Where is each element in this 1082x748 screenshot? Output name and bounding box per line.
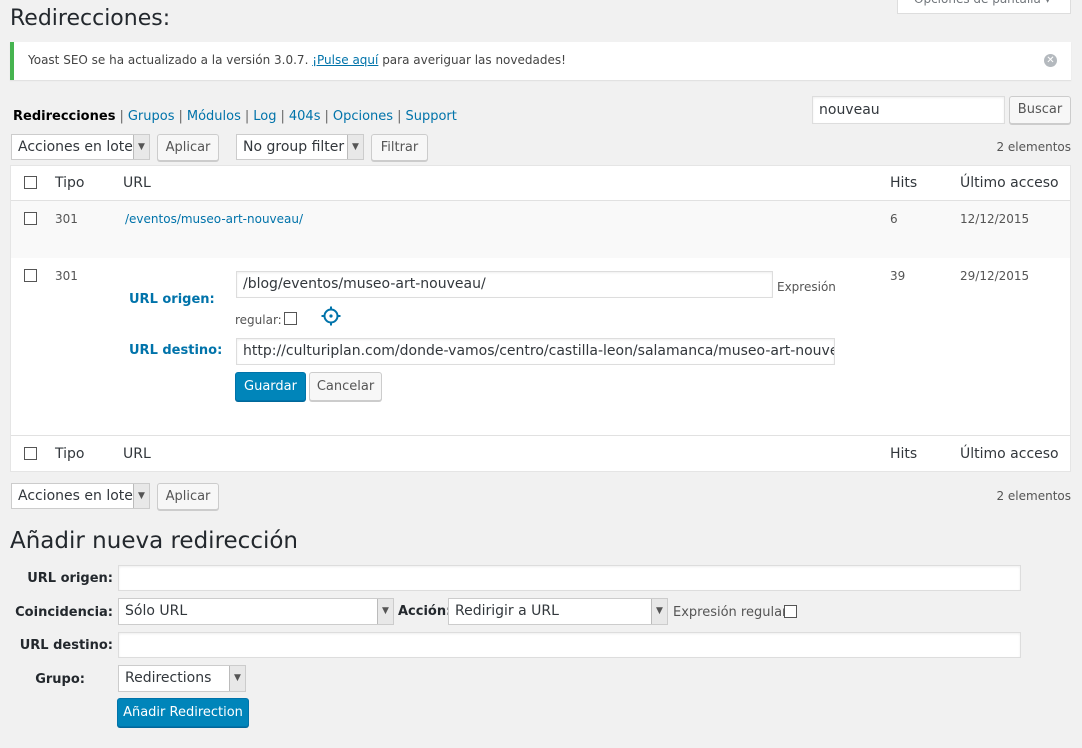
group-value: Redirections xyxy=(125,670,212,686)
table-row: 301 /eventos/museo-art-nouveau/ 6 12/12/… xyxy=(11,201,1070,258)
row-hits: 6 xyxy=(890,212,898,226)
regex-checkbox[interactable] xyxy=(784,605,797,618)
gear-icon[interactable] xyxy=(321,306,341,326)
table-row-editing: 301 39 29/12/2015 URL origen: /blog/even… xyxy=(11,258,1070,435)
new-target-label: URL destino: xyxy=(19,638,113,653)
search-button[interactable]: Buscar xyxy=(1009,96,1071,124)
edit-regex-checkbox[interactable] xyxy=(284,312,297,325)
chevron-down-icon: ▼ xyxy=(133,484,149,508)
bulk-actions-value: Acciones en lote xyxy=(18,139,133,155)
bulk-actions-select-bottom[interactable]: Acciones en lote ▼ xyxy=(11,483,150,509)
select-all-checkbox-footer[interactable] xyxy=(24,447,37,460)
row-last-access: 29/12/2015 xyxy=(960,269,1030,283)
group-select[interactable]: Redirections ▼ xyxy=(118,665,246,692)
notice-link[interactable]: ¡Pulse aquí xyxy=(312,53,378,67)
column-header-hits: Hits xyxy=(890,175,918,191)
action-select[interactable]: Redirigir a URL ▼ xyxy=(448,598,668,625)
notice-message: Yoast SEO se ha actualizado a la versión… xyxy=(28,53,566,67)
row-type: 301 xyxy=(55,269,78,283)
group-filter-select[interactable]: No group filter ▼ xyxy=(236,134,364,160)
edit-regex-label-1: Expresión xyxy=(777,280,836,294)
action-value: Redirigir a URL xyxy=(455,603,559,619)
column-footer-type: Tipo xyxy=(55,446,85,462)
nav-separator: | xyxy=(397,109,402,124)
bulk-actions-value: Acciones en lote xyxy=(18,488,133,504)
match-select[interactable]: Sólo URL ▼ xyxy=(118,598,394,625)
chevron-down-icon: ▼ xyxy=(347,135,363,159)
nav-item-404s[interactable]: 404s xyxy=(289,109,321,124)
new-target-input[interactable] xyxy=(118,632,1021,658)
select-all-checkbox[interactable] xyxy=(24,176,37,189)
edit-source-label: URL origen: xyxy=(129,292,215,307)
chevron-down-icon: ▼ xyxy=(133,135,149,159)
nav-item-grupos[interactable]: Grupos xyxy=(128,109,175,124)
column-header-url[interactable]: URL xyxy=(123,175,151,191)
footer-divider xyxy=(11,435,1070,436)
notice-text-before: Yoast SEO se ha actualizado a la versión… xyxy=(28,53,309,67)
item-count-bottom: 2 elementos xyxy=(996,489,1071,503)
row-checkbox[interactable] xyxy=(24,212,37,225)
chevron-down-icon: ▼ xyxy=(651,599,667,624)
save-button[interactable]: Guardar xyxy=(235,372,306,401)
edit-target-label: URL destino: xyxy=(129,343,223,358)
match-value: Sólo URL xyxy=(125,603,188,619)
nav-item-redirecciones[interactable]: Redirecciones xyxy=(13,109,115,124)
item-count-top: 2 elementos xyxy=(996,140,1071,154)
match-label: Coincidencia: xyxy=(15,605,113,620)
edit-target-input[interactable]: http://culturiplan.com/donde-vamos/centr… xyxy=(236,338,835,365)
edit-regex-label-2: regular: xyxy=(235,313,282,327)
column-footer-hits: Hits xyxy=(890,446,918,462)
group-filter-value: No group filter xyxy=(243,139,345,155)
nav-item-support[interactable]: Support xyxy=(405,109,456,124)
nav-separator: | xyxy=(324,109,329,124)
new-source-input[interactable] xyxy=(118,565,1021,591)
nav-item-log[interactable]: Log xyxy=(253,109,276,124)
row-checkbox[interactable] xyxy=(24,269,37,282)
bulk-actions-select-top[interactable]: Acciones en lote ▼ xyxy=(11,134,150,160)
nav-item-opciones[interactable]: Opciones xyxy=(333,109,393,124)
nav-separator: | xyxy=(119,109,124,124)
redirections-table: Tipo URL Hits Último acceso 301 /eventos… xyxy=(10,165,1071,472)
page-title: Redirecciones: xyxy=(10,6,171,31)
filter-button[interactable]: Filtrar xyxy=(371,134,428,161)
update-notice: Yoast SEO se ha actualizado a la versión… xyxy=(10,42,1071,80)
search-input[interactable]: nouveau xyxy=(812,96,1005,124)
row-url-link[interactable]: /eventos/museo-art-nouveau/ xyxy=(125,212,303,226)
row-hits: 39 xyxy=(890,269,906,283)
nav-separator: | xyxy=(244,109,250,124)
action-label: Acción: xyxy=(398,604,452,619)
add-redirection-title: Añadir nueva redirección xyxy=(10,528,299,554)
screen-options-button[interactable]: Opciones de pantalla ▾ xyxy=(897,0,1071,14)
column-footer-last-access: Último acceso xyxy=(960,446,1059,462)
chevron-down-icon: ▼ xyxy=(229,666,245,691)
row-type: 301 xyxy=(55,212,78,226)
regex-label: Expresión regular: xyxy=(673,605,792,620)
add-redirection-button[interactable]: Añadir Redirection xyxy=(117,698,249,727)
notice-text-after: para averiguar las novedades! xyxy=(382,53,566,67)
chevron-down-icon: ▼ xyxy=(377,599,393,624)
edit-source-input[interactable]: /blog/eventos/museo-art-nouveau/ xyxy=(236,271,773,298)
nav-item-modulos[interactable]: Módulos xyxy=(187,109,241,124)
apply-button-top[interactable]: Aplicar xyxy=(157,134,219,161)
row-last-access: 12/12/2015 xyxy=(960,212,1030,226)
apply-button-bottom[interactable]: Aplicar xyxy=(157,483,219,510)
nav-separator: | xyxy=(280,109,285,124)
column-header-last-access: Último acceso xyxy=(960,175,1059,191)
cancel-button[interactable]: Cancelar xyxy=(309,372,382,401)
group-label: Grupo: xyxy=(35,672,85,687)
new-source-label: URL origen: xyxy=(27,571,113,586)
column-header-type: Tipo xyxy=(55,175,85,191)
nav-separator: | xyxy=(178,109,183,124)
dismiss-icon[interactable]: ✕ xyxy=(1044,54,1057,67)
sub-navigation: Redirecciones | Grupos | Módulos | Log | 404s | Op… xyxy=(13,109,457,124)
column-footer-url[interactable]: URL xyxy=(123,446,151,462)
